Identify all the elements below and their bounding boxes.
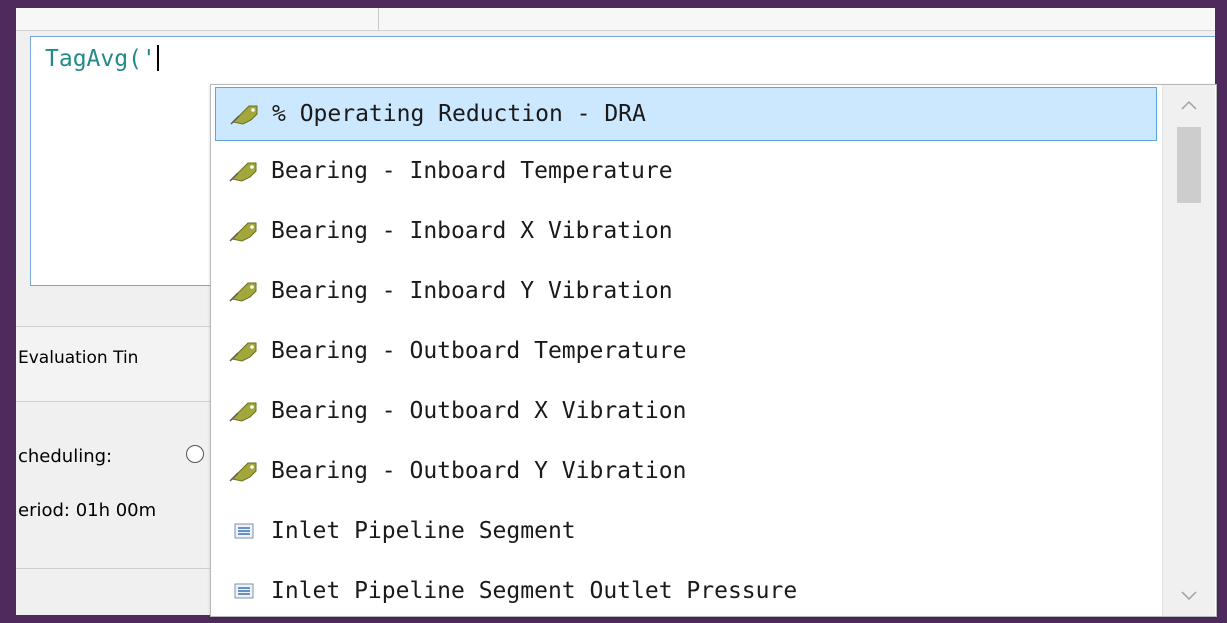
scroll-down-icon[interactable] [1163,576,1215,616]
autocomplete-item[interactable]: Bearing - Outboard Y Vibration [215,444,1157,498]
expression-text-line: TagAvg(' [45,45,159,72]
autocomplete-item[interactable]: Bearing - Outboard X Vibration [215,384,1157,438]
autocomplete-item[interactable]: Bearing - Inboard Y Vibration [215,264,1157,318]
header-strip [16,8,1215,31]
autocomplete-item-label: Inlet Pipeline Segment [271,518,576,544]
tag-icon [227,459,261,483]
scheduling-radio-button[interactable] [186,445,204,463]
scheduling-label: cheduling: [18,446,113,467]
autocomplete-item[interactable]: % Operating Reduction - DRA [215,87,1157,141]
autocomplete-item[interactable]: Inlet Pipeline Segment [215,504,1157,558]
expression-text: TagAvg(' [45,46,156,72]
tag-icon [227,219,261,243]
autocomplete-item-label: Bearing - Inboard Temperature [271,158,673,184]
autocomplete-item-label: Bearing - Inboard Y Vibration [271,278,673,304]
header-divider [378,8,379,30]
tag-icon [228,102,262,126]
dropdown-scrollbar[interactable] [1162,85,1215,616]
tab-evaluation-time[interactable]: Evaluation Tin [18,348,138,368]
tag-icon [227,339,261,363]
autocomplete-item-label: % Operating Reduction - DRA [272,101,646,127]
tag-icon [227,399,261,423]
tag-icon [227,159,261,183]
autocomplete-list: % Operating Reduction - DRA Bearing - Inb… [215,85,1160,616]
element-icon [227,579,261,603]
autocomplete-item[interactable]: Bearing - Inboard Temperature [215,144,1157,198]
autocomplete-dropdown[interactable]: % Operating Reduction - DRA Bearing - Inb… [210,84,1217,617]
scroll-up-icon[interactable] [1163,85,1215,125]
text-caret [156,45,159,71]
autocomplete-item[interactable]: Bearing - Inboard X Vibration [215,204,1157,258]
autocomplete-item-label: Bearing - Outboard Temperature [271,338,687,364]
scrollbar-thumb[interactable] [1177,127,1201,203]
autocomplete-item-label: Inlet Pipeline Segment Outlet Pressure [271,578,798,604]
window-frame: TagAvg(' Evaluation Tin cheduling: eriod… [0,0,1227,623]
element-icon [227,519,261,543]
tag-icon [227,279,261,303]
autocomplete-item[interactable]: Inlet Pipeline Segment Outlet Pressure [215,564,1157,616]
autocomplete-item[interactable]: Bearing - Outboard Temperature [215,324,1157,378]
autocomplete-item-label: Bearing - Outboard Y Vibration [271,458,687,484]
period-label: eriod: 01h 00m [18,500,157,521]
autocomplete-item-label: Bearing - Outboard X Vibration [271,398,687,424]
autocomplete-item-label: Bearing - Inboard X Vibration [271,218,673,244]
